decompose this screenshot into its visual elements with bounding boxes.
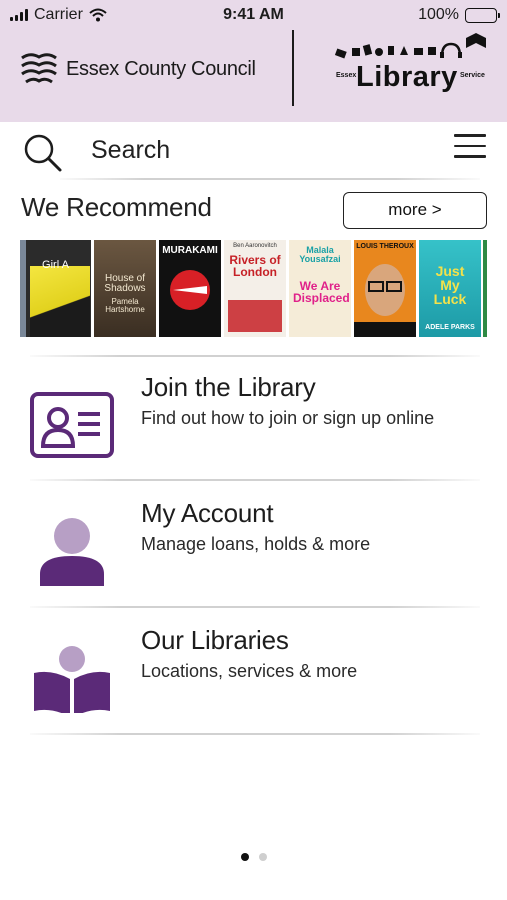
menu-item-join-library[interactable]: Join the Library Find out how to join or… xyxy=(0,362,507,482)
divider xyxy=(60,178,480,180)
book-cover-art xyxy=(354,264,416,337)
book-author: Ben Aaronovitch xyxy=(233,243,277,249)
search-input[interactable]: Search xyxy=(91,136,170,165)
book-author: Pamela Hartshorne xyxy=(105,297,145,314)
book-cover[interactable]: LOUIS THEROUX xyxy=(354,240,416,337)
library-prefix: Essex xyxy=(336,72,357,79)
book-cover[interactable]: Malala Yousafzai We Are Displaced xyxy=(289,240,351,337)
menu-item-our-libraries[interactable]: Our Libraries Locations, services & more xyxy=(0,615,507,735)
library-suffix: Service xyxy=(460,72,485,79)
battery-icon xyxy=(465,7,500,23)
book-cover-art xyxy=(170,270,210,310)
header-divider xyxy=(292,30,294,106)
search-icon[interactable] xyxy=(22,132,64,174)
book-cover[interactable]: MURAKAMI xyxy=(159,240,221,337)
menu-item-title: Join the Library xyxy=(141,372,316,402)
menu-item-title: Our Libraries xyxy=(141,625,289,655)
menu-item-subtitle: Locations, services & more xyxy=(141,661,358,681)
user-icon xyxy=(40,518,104,586)
book-title: We Are Displaced xyxy=(293,279,350,305)
menu-item-my-account[interactable]: My Account Manage loans, holds & more xyxy=(0,488,507,608)
council-shield-icon xyxy=(21,53,57,84)
page-dot-active[interactable] xyxy=(240,853,249,861)
reader-book-icon xyxy=(34,646,110,713)
recommended-books-carousel[interactable]: Girl A House of Shadows Pamela Hartshorn… xyxy=(20,240,487,337)
id-card-icon xyxy=(30,392,114,458)
book-author: Malala Yousafzai xyxy=(299,245,341,264)
menu-item-subtitle: Manage loans, holds & more xyxy=(141,534,371,554)
book-title: Girl A xyxy=(42,259,69,271)
app-header: Carrier 9:41 AM 100% Essex County Counci… xyxy=(0,0,507,122)
book-author: ADELE PARKS xyxy=(425,324,475,331)
menu-item-title: My Account xyxy=(141,498,274,528)
council-logo[interactable]: Essex County Council xyxy=(20,52,256,86)
book-cover[interactable]: Just My Luck ADELE PARKS xyxy=(419,240,481,337)
divider xyxy=(30,606,480,608)
library-service-logo[interactable]: Essex Library Service xyxy=(330,28,490,108)
book-title: House of Shadows xyxy=(104,273,146,294)
library-wordmark: Library xyxy=(356,61,458,93)
menu-item-subtitle: Find out how to join or sign up online xyxy=(141,408,435,428)
council-name: Essex County Council xyxy=(66,57,256,80)
book-cover[interactable]: Girl A xyxy=(20,240,91,337)
page-dot[interactable] xyxy=(258,853,267,861)
search-bar[interactable]: Search xyxy=(0,122,507,180)
hamburger-menu-icon[interactable] xyxy=(454,134,486,160)
book-cover[interactable]: House of Shadows Pamela Hartshorne xyxy=(94,240,156,337)
divider xyxy=(30,479,480,481)
divider xyxy=(30,355,480,357)
book-author: MURAKAMI xyxy=(162,245,218,256)
divider xyxy=(30,733,480,735)
page-indicator[interactable] xyxy=(0,853,507,861)
book-author: LOUIS THEROUX xyxy=(356,243,414,250)
more-button[interactable]: more > xyxy=(343,192,487,229)
recommend-heading: We Recommend xyxy=(21,192,212,222)
battery-percent: 100% xyxy=(418,6,459,23)
status-bar: Carrier 9:41 AM 100% xyxy=(0,0,507,30)
book-cover[interactable]: Ben Aaronovitch Rivers of London xyxy=(224,240,286,337)
book-title: Just My Luck xyxy=(433,263,467,307)
book-title: Rivers of London xyxy=(229,253,281,279)
book-cover-partial[interactable] xyxy=(483,240,487,337)
